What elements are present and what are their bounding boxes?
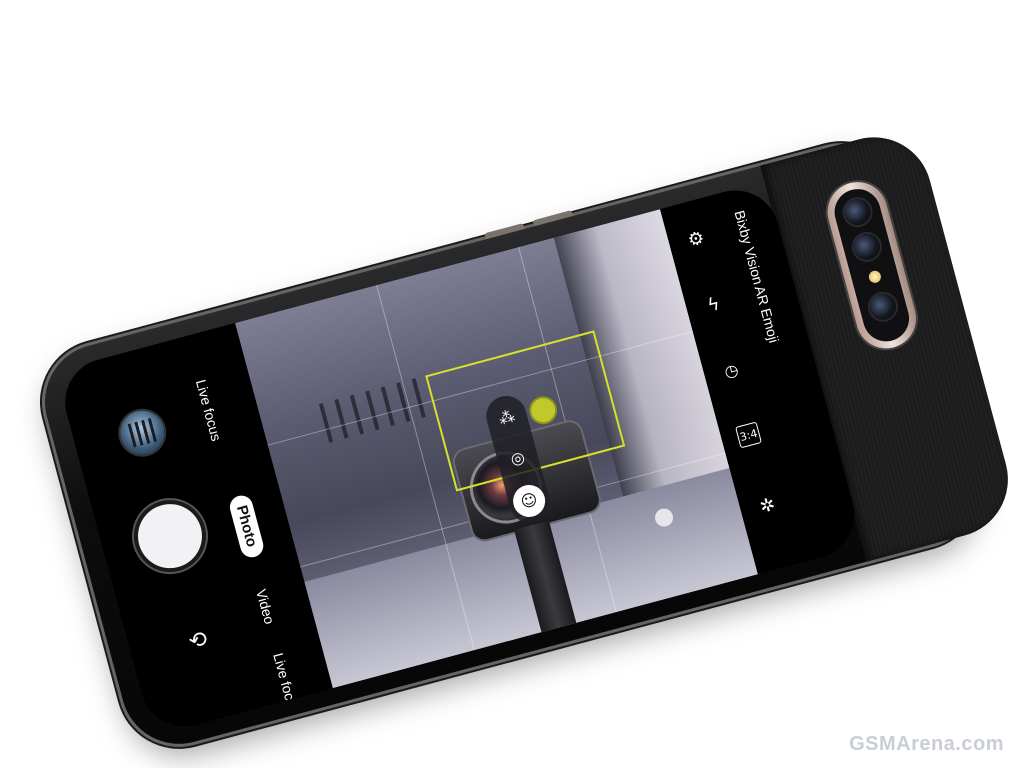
blur-effect-icon[interactable]: ⁂ [487, 398, 526, 437]
gear-icon[interactable]: ⚙ [678, 221, 715, 258]
product-photo: ⟲ Live focus Photo Video Live focus ⁂ ◎ … [0, 0, 1024, 768]
ar-emoji-button[interactable]: AR Emoji [752, 284, 783, 345]
volume-button [484, 223, 525, 240]
mode-live-focus[interactable]: Live focus [193, 378, 225, 443]
phone-body: ⟲ Live focus Photo Video Live focus ⁂ ◎ … [31, 124, 1021, 757]
timer-off-icon[interactable]: ◷ [713, 353, 750, 390]
spin-effect-icon[interactable]: ◎ [498, 439, 537, 478]
gallery-thumbnail[interactable] [115, 405, 170, 460]
flash-off-icon[interactable]: ϟ [695, 287, 732, 324]
watermark: GSMArena.com [849, 733, 1004, 755]
switch-camera-icon[interactable]: ⟲ [179, 622, 218, 661]
scene-rack [318, 375, 436, 443]
mode-video[interactable]: Video [253, 587, 278, 625]
camera-lens [867, 290, 899, 323]
power-button [532, 210, 573, 227]
mode-photo[interactable]: Photo [227, 493, 266, 560]
camera-app-screen: ⟲ Live focus Photo Video Live focus ⁂ ◎ … [55, 180, 865, 737]
shutter-button[interactable] [130, 496, 210, 576]
portrait-effect-icon[interactable]: ☺ [509, 481, 549, 521]
camera-lens [841, 196, 874, 229]
camera-flash [867, 269, 883, 285]
bixby-vision-button[interactable]: Bixby Vision [731, 209, 766, 287]
aspect-ratio-icon[interactable]: 3:4 [735, 421, 762, 449]
camera-lens [850, 230, 883, 263]
sparkle-icon[interactable]: ✲ [749, 488, 786, 525]
camera-module [820, 175, 923, 356]
mode-live-focus-next[interactable]: Live focus [270, 651, 302, 716]
